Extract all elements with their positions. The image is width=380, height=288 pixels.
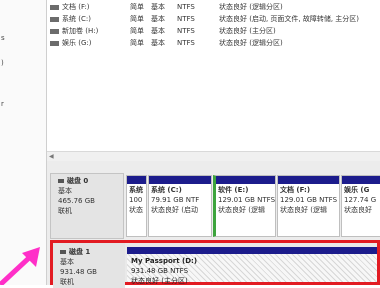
partition-bar xyxy=(216,176,275,184)
partition-status: 状态良好 xyxy=(344,206,372,214)
partition-system-reserved[interactable]: 系统 100 状态 xyxy=(126,175,147,237)
disk-type: 基本 xyxy=(58,187,72,195)
partition-bar xyxy=(149,176,211,184)
partition-name: My Passport (D:) xyxy=(131,257,198,265)
partition-my-passport[interactable]: My Passport (D:) 931.48 GB NTFS 状态良好 (主分… xyxy=(127,247,377,285)
partition-size: 127.74 G xyxy=(344,196,377,204)
disk-1-row-highlight: 磁盘 1 基本 931.48 GB 联机 My Passport (D:) 93… xyxy=(50,240,380,288)
volume-name: 文档 (F:) xyxy=(62,3,90,11)
disk-1-info[interactable]: 磁盘 1 基本 931.48 GB 联机 xyxy=(53,243,125,288)
volume-layout: 简单 xyxy=(130,15,144,23)
partition-size: 129.01 GB NTFS xyxy=(280,196,338,204)
volume-filesystem: NTFS xyxy=(177,15,195,23)
disk-type: 基本 xyxy=(60,258,74,266)
volume-type: 基本 xyxy=(151,39,165,47)
partition-bar xyxy=(342,176,380,184)
disk-size: 931.48 GB xyxy=(60,268,97,276)
volume-icon xyxy=(50,41,59,46)
volume-type: 基本 xyxy=(151,15,165,23)
partition-size: 129.01 GB NTFS xyxy=(218,196,276,204)
partition-status: 状态良好 (逻辑 xyxy=(280,206,327,214)
nav-fragment: s xyxy=(1,34,5,42)
volume-status: 状态良好 (逻辑分区) xyxy=(219,3,283,11)
annotation-arrow-icon xyxy=(0,247,40,285)
partition-f[interactable]: 文档 (F:) 129.01 GB NTFS 状态良好 (逻辑 xyxy=(277,175,340,237)
volume-status: 状态良好 (逻辑分区) xyxy=(219,39,283,47)
partition-e[interactable]: 软件 (E:) 129.01 GB NTFS 状态良好 (逻辑 xyxy=(213,175,276,237)
partition-name: 系统 xyxy=(129,186,143,194)
partition-name: 文档 (F:) xyxy=(280,186,311,194)
partition-size: 100 xyxy=(129,196,143,204)
disk-icon xyxy=(58,179,64,183)
volume-status: 状态良好 (主分区) xyxy=(219,27,276,35)
partition-bar xyxy=(127,247,377,254)
volume-row[interactable]: 新加卷 (H:) 简单 基本 NTFS 状态良好 (主分区) xyxy=(47,26,380,37)
partition-g[interactable]: 娱乐 (G 127.74 G 状态良好 xyxy=(341,175,380,237)
partition-bar xyxy=(127,176,146,184)
volume-name: 新加卷 (H:) xyxy=(62,27,99,35)
volume-status: 状态良好 (启动, 页面文件, 故障转储, 主分区) xyxy=(219,15,360,23)
volume-type: 基本 xyxy=(151,27,165,35)
volume-icon xyxy=(50,29,59,34)
scroll-left-icon[interactable]: ◀ xyxy=(49,153,54,160)
partition-size: 79.91 GB NTF xyxy=(151,196,200,204)
partition-c[interactable]: 系统 (C:) 79.91 GB NTF 状态良好 (启动 xyxy=(148,175,212,237)
partition-name: 软件 (E:) xyxy=(218,186,249,194)
volume-layout: 简单 xyxy=(130,3,144,11)
volume-layout: 简单 xyxy=(130,39,144,47)
volume-filesystem: NTFS xyxy=(177,27,195,35)
volume-list: 文档 (F:) 简单 基本 NTFS 状态良好 (逻辑分区) 系统 (C:) 简… xyxy=(47,0,380,150)
disk-size: 465.76 GB xyxy=(58,197,95,205)
disk-0-info[interactable]: 磁盘 0 基本 465.76 GB 联机 xyxy=(50,173,124,239)
disk-state: 联机 xyxy=(60,278,74,286)
disk-state: 联机 xyxy=(58,207,72,215)
volume-type: 基本 xyxy=(151,3,165,11)
disk-title: 磁盘 0 xyxy=(67,177,89,185)
volume-icon xyxy=(50,5,59,10)
partition-bar xyxy=(278,176,339,184)
volume-layout: 简单 xyxy=(130,27,144,35)
nav-fragment: ) xyxy=(1,59,4,67)
volume-filesystem: NTFS xyxy=(177,3,195,11)
volume-icon xyxy=(50,17,59,22)
volume-row[interactable]: 文档 (F:) 简单 基本 NTFS 状态良好 (逻辑分区) xyxy=(47,2,380,13)
volume-filesystem: NTFS xyxy=(177,39,195,47)
nav-fragment: r xyxy=(1,100,4,108)
volume-name: 娱乐 (G:) xyxy=(62,39,92,47)
partition-size: 931.48 GB NTFS xyxy=(131,267,189,275)
disk-title: 磁盘 1 xyxy=(69,248,91,256)
volume-name: 系统 (C:) xyxy=(62,15,91,23)
left-navigation-pane: s ) r xyxy=(0,0,47,285)
partition-name: 系统 (C:) xyxy=(151,186,182,194)
disk-icon xyxy=(60,250,66,254)
partition-status: 状态 xyxy=(129,206,143,214)
volume-row[interactable]: 娱乐 (G:) 简单 基本 NTFS 状态良好 (逻辑分区) xyxy=(47,38,380,49)
partition-status: 状态良好 (逻辑 xyxy=(218,206,265,214)
partition-status: 状态良好 (启动 xyxy=(151,206,198,214)
partition-name: 娱乐 (G xyxy=(344,186,370,194)
volume-row[interactable]: 系统 (C:) 简单 基本 NTFS 状态良好 (启动, 页面文件, 故障转储,… xyxy=(47,14,380,25)
